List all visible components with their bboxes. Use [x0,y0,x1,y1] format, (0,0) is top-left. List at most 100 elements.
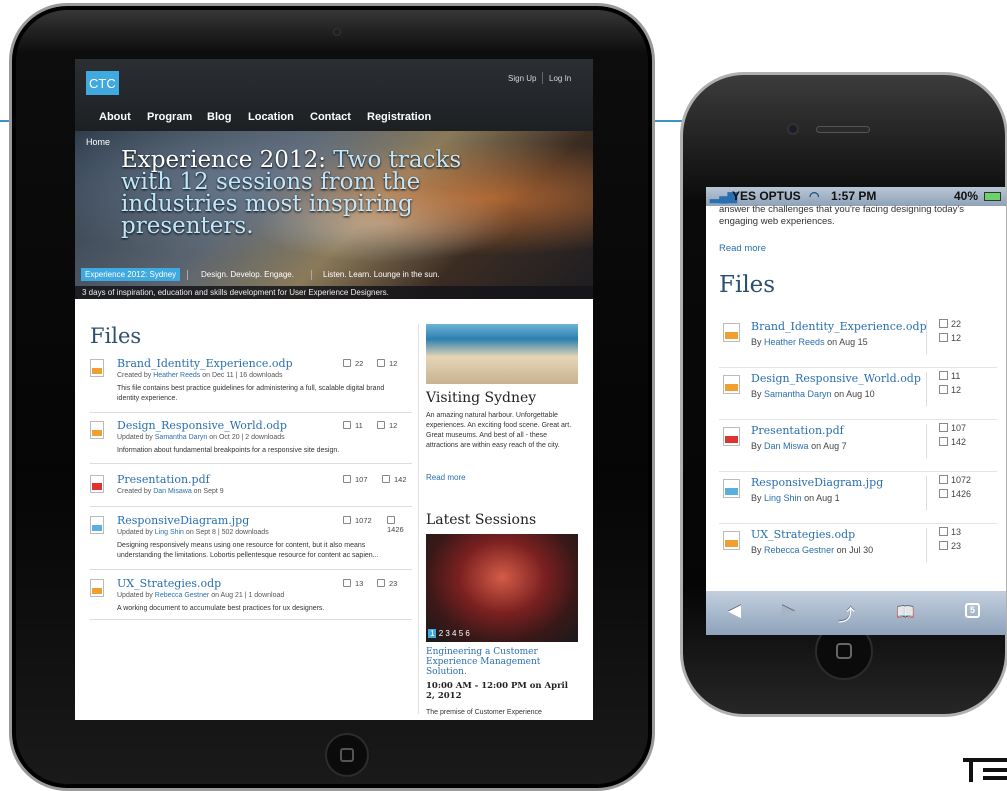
nav-program[interactable]: Program [147,111,192,123]
battery-icon [984,192,1001,201]
file-item[interactable]: UX_Strategies.odp By Rebecca Gestner on … [719,524,997,576]
back-icon[interactable]: ◀ [728,601,741,621]
ipad-screen: CTC Sign Up Log In About Program Blog Lo… [75,59,593,720]
ipad-device: CTC Sign Up Log In About Program Blog Lo… [9,3,655,791]
safari-toolbar: ◀ ▶ ⤴ 📖 5 [706,591,1006,635]
comments-count: 107 [343,475,368,484]
document-icon [90,421,104,439]
nav-blog[interactable]: Blog [207,111,231,123]
image-icon [90,516,104,534]
comment-icon [939,423,948,432]
document-icon [90,359,104,377]
comment-icon [939,527,948,536]
author-link[interactable]: Rebecca Gestner [764,545,834,555]
file-meta: Created by Dan Misawa on Sept 9 [117,488,224,495]
comment-icon [343,579,351,587]
file-item[interactable]: ResponsiveDiagram.jpg By Ling Shin on Au… [719,472,997,524]
pager-pages[interactable]: 2 3 4 5 6 [439,629,470,638]
downloads-count: 23 [377,579,397,588]
file-description: A working document to accumulate best pr… [117,605,325,612]
file-name[interactable]: Brand_Identity_Experience.odp [117,357,293,370]
nav-registration[interactable]: Registration [367,111,431,123]
session-pager[interactable]: 1 2 3 4 5 6 [428,629,470,638]
list-icon [939,489,948,498]
comment-icon [343,359,351,367]
author-link[interactable]: Samantha Daryn [764,389,832,399]
read-more-link[interactable]: Read more [719,243,766,254]
file-name[interactable]: Presentation.pdf [751,424,844,437]
file-meta: By Ling Shin on Aug 1 [751,493,840,503]
file-item[interactable]: Brand_Identity_Experience.odp By Heather… [719,316,997,368]
session-title[interactable]: Engineering a Customer Experience Manage… [426,647,576,677]
file-description: Information about fundamental breakpoint… [117,447,340,454]
breadcrumb[interactable]: Home [86,137,110,147]
session-image[interactable] [426,534,578,642]
intro-text: answer the challenges that you're facing… [719,204,964,227]
file-meta: By Samantha Daryn on Aug 10 [751,389,875,399]
comment-icon [939,319,948,328]
file-name[interactable]: UX_Strategies.odp [751,528,855,541]
downloads-count: 1426 [387,516,410,534]
comment-icon [343,516,351,524]
ipad-home-button[interactable] [325,733,369,777]
downloads-count: 23 [939,541,961,551]
log-in-link[interactable]: Log In [549,74,571,83]
nav-contact[interactable]: Contact [310,111,351,123]
pdf-icon [723,427,740,446]
file-name[interactable]: Brand_Identity_Experience.odp [751,320,927,333]
nav-location[interactable]: Location [248,111,294,123]
downloads-count: 12 [939,385,961,395]
file-name[interactable]: Presentation.pdf [117,473,210,486]
brand-logo-icon [963,758,1007,786]
downloads-count: 1426 [939,489,971,499]
file-name[interactable]: Design_Responsive_World.odp [751,372,921,385]
iphone-screen: ▂▄▆ YES OPTUS ◠ 1:57 PM 40% answer the c… [706,187,1006,635]
file-meta: By Heather Reeds on Aug 15 [751,337,868,347]
sign-up-link[interactable]: Sign Up [508,74,536,83]
iphone-speaker [816,126,870,133]
comments-count: 13 [343,579,363,588]
file-name[interactable]: UX_Strategies.odp [117,577,221,590]
comments-count: 22 [939,319,961,329]
list-icon [377,579,385,587]
files-heading: Files [719,272,776,298]
author-link[interactable]: Heather Reeds [153,372,200,379]
carrier-label: YES OPTUS [732,189,801,203]
forward-icon[interactable]: ▶ [782,601,795,621]
file-description: Designing responsively means using one r… [117,542,379,559]
author-link[interactable]: Dan Miswa [764,441,809,451]
downloads-count: 12 [377,421,397,430]
document-icon [90,579,104,597]
pager-current[interactable]: 1 [428,629,437,638]
clock: 1:57 PM [831,189,877,203]
site-logo[interactable]: CTC [86,71,119,95]
event-pill[interactable]: Experience 2012: Sydney [81,268,181,281]
author-link[interactable]: Heather Reeds [764,337,825,347]
author-link[interactable]: Ling Shin [764,493,802,503]
decorative-line-middle [651,120,683,122]
comment-icon [343,421,351,429]
share-icon[interactable]: ⤴ [838,601,855,626]
tagline-listen: Listen. Learn. Lounge in the sun. [323,270,440,279]
downloads-count: 12 [939,333,961,343]
document-icon [723,323,740,342]
file-item[interactable]: Design_Responsive_World.odp By Samantha … [719,368,997,420]
file-name[interactable]: ResponsiveDiagram.jpg [117,514,249,527]
list-icon [939,333,948,342]
file-item[interactable]: Presentation.pdf By Dan Miswa on Aug 7 1… [719,420,997,472]
read-more-link[interactable]: Read more [426,473,466,482]
comment-icon [939,475,948,484]
author-link[interactable]: Samantha Daryn [155,434,208,441]
nav-about[interactable]: About [99,111,131,123]
author-link[interactable]: Dan Misawa [153,488,192,495]
file-name[interactable]: ResponsiveDiagram.jpg [751,476,883,489]
battery-percent: 40% [954,189,979,203]
tabs-icon[interactable]: 5 [965,603,980,618]
sydney-beach-image[interactable] [426,324,578,384]
bookmarks-icon[interactable]: 📖 [896,603,915,621]
file-name[interactable]: Design_Responsive_World.odp [117,419,287,432]
comment-icon [939,371,948,380]
author-link[interactable]: Ling Shin [155,529,184,536]
file-meta: Updated by Ling Shin on Sept 8 | 502 dow… [117,529,269,536]
author-link[interactable]: Rebecca Gestner [155,592,209,599]
